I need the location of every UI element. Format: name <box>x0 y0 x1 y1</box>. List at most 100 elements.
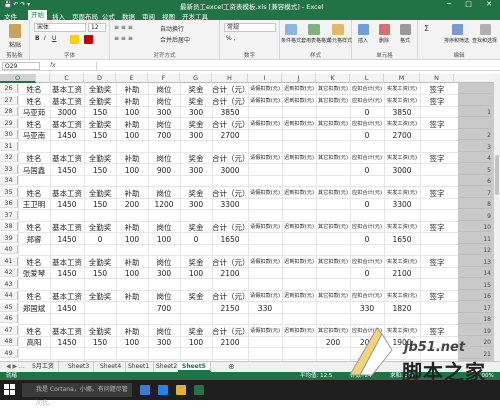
cell-c28[interactable]: 3000 <box>50 108 84 117</box>
tab-home[interactable]: 开始 <box>28 10 47 20</box>
cell-j33[interactable] <box>282 166 316 175</box>
cell-e49[interactable] <box>116 350 148 359</box>
cell-f30[interactable]: 700 <box>148 131 180 140</box>
cell-h43[interactable] <box>212 281 248 290</box>
cell-f31[interactable] <box>148 143 180 152</box>
vertical-scroll-thumb[interactable] <box>495 155 499 195</box>
cell-j49[interactable] <box>282 350 316 359</box>
font-name-select[interactable]: 宋体 <box>34 23 86 32</box>
cell-f38[interactable]: 岗位 <box>148 223 180 232</box>
cell-e26[interactable]: 补助 <box>116 85 148 94</box>
format-as-table-icon[interactable] <box>308 24 320 35</box>
cell-k34[interactable] <box>316 177 350 186</box>
row-header-33[interactable]: 33 <box>0 164 18 174</box>
sheet-nav-arrows[interactable]: ◀ ▶ ... <box>6 363 25 370</box>
cell-g45[interactable] <box>180 304 212 313</box>
sort-filter-button[interactable]: 排序和筛选 <box>444 37 469 44</box>
cell-k32[interactable]: 其它扣款(元) <box>316 154 350 163</box>
cell-c47[interactable]: 基本工资 <box>50 327 84 336</box>
column-o-value[interactable]: 1 <box>458 108 491 117</box>
cell-j28[interactable] <box>282 108 316 117</box>
row-header-37[interactable]: 37 <box>0 210 18 220</box>
column-header-f[interactable]: F <box>148 74 180 83</box>
cell-n42[interactable] <box>420 269 454 278</box>
cell-l39[interactable]: 0 <box>350 235 384 244</box>
cell-c36[interactable]: 1450 <box>50 200 84 209</box>
find-select-icon[interactable] <box>480 24 491 35</box>
cell-c35[interactable]: 基本工资 <box>50 189 84 198</box>
cell-i32[interactable]: 请假扣款(元) <box>248 154 282 163</box>
cell-d29[interactable]: 全勤奖 <box>84 120 116 129</box>
cell-f44[interactable]: 岗位 <box>148 292 180 301</box>
find-select-button[interactable]: 查找和选择 <box>472 37 497 44</box>
cell-i30[interactable] <box>248 131 282 140</box>
cell-j43[interactable] <box>282 281 316 290</box>
cell-g32[interactable]: 奖金 <box>180 154 212 163</box>
cell-h41[interactable]: 合计（元） <box>212 258 250 267</box>
merge-center-button[interactable]: 合并后居中 <box>160 35 190 44</box>
excel-taskbar-icon[interactable] <box>194 385 204 395</box>
cell-d36[interactable]: 150 <box>84 200 116 209</box>
row-header-39[interactable]: 39 <box>0 233 18 243</box>
row-header-32[interactable]: 32 <box>0 153 18 162</box>
add-sheet-icon[interactable]: ⊕ <box>228 362 235 371</box>
row-header-49[interactable]: 49 <box>0 348 18 358</box>
column-o-value[interactable]: 8 <box>458 200 491 209</box>
column-o-value[interactable]: 2 <box>458 131 491 140</box>
cell-j45[interactable] <box>282 304 316 313</box>
row-header-45[interactable]: 45 <box>0 302 18 312</box>
cell-k37[interactable] <box>316 212 350 221</box>
cell-k39[interactable] <box>316 235 350 244</box>
cell-i38[interactable]: 请假扣款(元) <box>248 223 282 232</box>
row-header-38[interactable]: 38 <box>0 222 18 231</box>
cell-c40[interactable] <box>50 246 84 255</box>
cell-m33[interactable]: 3000 <box>384 166 420 175</box>
paste-label[interactable]: 粘贴 <box>9 40 21 49</box>
cell-i26[interactable]: 请假扣款(元) <box>248 85 282 94</box>
cell-e28[interactable]: 100 <box>116 108 148 117</box>
cell-n28[interactable] <box>420 108 454 117</box>
cell-l29[interactable]: 应扣合计(元) <box>350 120 384 129</box>
row-header-46[interactable]: 46 <box>0 314 18 323</box>
cell-g37[interactable] <box>180 212 212 221</box>
cell-j27[interactable]: 迟到扣款(元) <box>282 97 316 106</box>
column-o-value[interactable] <box>458 97 491 106</box>
column-o-value[interactable]: 13 <box>458 258 491 267</box>
cell-styles-icon[interactable] <box>332 24 344 35</box>
cell-m28[interactable]: 3850 <box>384 108 420 117</box>
paste-icon[interactable] <box>9 24 21 38</box>
cell-e35[interactable]: 补助 <box>116 189 148 198</box>
edge-browser-icon[interactable] <box>158 385 168 395</box>
cell-j42[interactable] <box>282 269 316 278</box>
cell-l45[interactable]: 330 <box>350 304 384 313</box>
cell-e29[interactable]: 补助 <box>116 120 148 129</box>
cell-g27[interactable]: 奖金 <box>180 97 212 106</box>
cell-k36[interactable] <box>316 200 350 209</box>
cell-m36[interactable]: 3300 <box>384 200 420 209</box>
cell-j26[interactable]: 迟到扣款(元) <box>282 85 316 94</box>
cell-h37[interactable] <box>212 212 248 221</box>
cell-c33[interactable]: 1450 <box>50 166 84 175</box>
cell-h33[interactable]: 3000 <box>212 166 248 175</box>
cell-d49[interactable] <box>84 350 116 359</box>
row-header-47[interactable]: 47 <box>0 325 18 335</box>
cell-j36[interactable] <box>282 200 316 209</box>
cell-i28[interactable] <box>248 108 282 117</box>
cell-k42[interactable] <box>316 269 350 278</box>
cell-i47[interactable]: 请假扣款(元) <box>248 327 282 336</box>
cell-c41[interactable]: 基本工资 <box>50 258 84 267</box>
cell-h32[interactable]: 合计（元） <box>212 154 250 163</box>
cell-c32[interactable]: 基本工资 <box>50 154 84 163</box>
cell-l40[interactable] <box>350 246 384 255</box>
cell-i35[interactable]: 请假扣款(元) <box>248 189 282 198</box>
cell-c29[interactable]: 基本工资 <box>50 120 84 129</box>
cell-e41[interactable]: 补助 <box>116 258 148 267</box>
row-header-30[interactable]: 30 <box>0 130 18 139</box>
column-header-i[interactable]: I <box>248 74 282 83</box>
cell-d32[interactable]: 全勤奖 <box>84 154 116 163</box>
cell-f37[interactable] <box>148 212 180 221</box>
cell-f41[interactable]: 岗位 <box>148 258 180 267</box>
cell-l34[interactable] <box>350 177 384 186</box>
cell-k27[interactable]: 其它扣款(元) <box>316 97 350 106</box>
cell-m38[interactable]: 实发工资(元) <box>384 223 420 232</box>
